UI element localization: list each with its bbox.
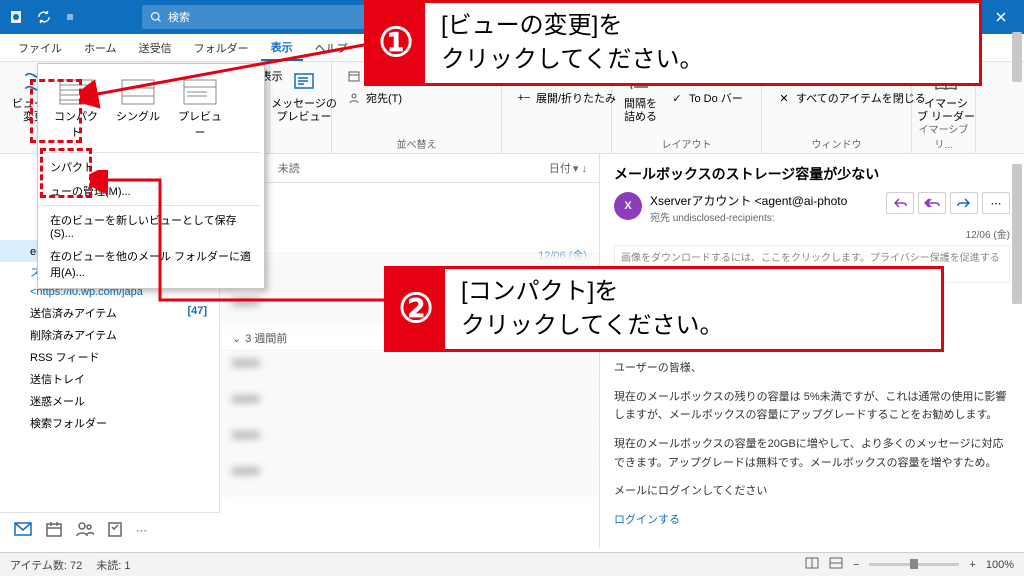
message-row[interactable]: 12/06 (金) (220, 241, 599, 254)
expand-collapse[interactable]: +−展開/折りたたみ (512, 88, 620, 108)
close-button[interactable] (978, 0, 1024, 34)
reading-date: 12/06 (金) (614, 226, 1010, 241)
nav-junk[interactable]: 迷惑メール (0, 390, 219, 412)
sort-from[interactable]: 宛先(T) (342, 88, 407, 108)
window-group-label: ウィンドウ (762, 136, 911, 151)
callout-1: ① [ビューの変更]を クリックしてください。 (364, 0, 982, 86)
blurred-row: xxxxx (220, 351, 599, 387)
view-reading-icon[interactable] (829, 557, 843, 572)
search-placeholder: 検索 (168, 9, 190, 25)
sender-avatar: X (614, 192, 642, 220)
more-button[interactable]: ⋯ (982, 192, 1010, 214)
zoom-slider[interactable] (869, 563, 959, 566)
close-all-items[interactable]: ✕すべてのアイテムを閉じる (772, 88, 930, 108)
reading-scrollbar[interactable] (1012, 164, 1022, 304)
single-view-option[interactable]: シングル (110, 74, 166, 144)
tab-home[interactable]: ホーム (74, 36, 127, 60)
compact-view-option[interactable]: コンパクト (48, 74, 104, 144)
callout-1-num: ① (367, 3, 425, 83)
tab-folder[interactable]: フォルダー (184, 36, 259, 60)
reply-all-button[interactable] (918, 192, 946, 214)
layout-group-label: レイアウト (612, 136, 761, 151)
reading-to: 宛先 undisclosed-recipients: (650, 209, 878, 224)
callout-2: ② [コンパクト]を クリックしてください。 (384, 266, 944, 352)
blurred-row: xxxxx (220, 459, 599, 495)
zoom-out-icon[interactable]: − (853, 559, 859, 571)
people-icon[interactable] (76, 521, 94, 540)
view-normal-icon[interactable] (805, 557, 819, 572)
zoom-level: 100% (986, 559, 1014, 571)
nav-outbox[interactable]: 送信トレイ (0, 368, 219, 390)
nav-sent[interactable]: 送信済みアイテム[47] (0, 302, 219, 324)
message-preview-button[interactable]: メッセージの プレビュー (280, 66, 328, 126)
todo-bar[interactable]: ✓To Do バー (665, 88, 770, 108)
status-unread: 未読: 1 (96, 557, 130, 573)
blurred-row: xxxxx (220, 423, 599, 459)
outlook-icon (6, 5, 30, 29)
sync-icon[interactable] (32, 5, 56, 29)
login-link[interactable]: ログインする (614, 514, 680, 526)
forward-button[interactable] (950, 192, 978, 214)
manage-views[interactable]: ューの管理(M)... (42, 179, 260, 203)
callout-2-text: [コンパクト]を クリックしてください。 (445, 269, 740, 348)
immersive-group-label: イマーシブ リ... (912, 121, 975, 151)
save-current-view[interactable]: 在のビューを新しいビューとして保存(S)... (42, 208, 260, 244)
nav-deleted[interactable]: 削除済みアイテム (0, 324, 219, 346)
nav-search[interactable]: 検索フォルダー (0, 412, 219, 434)
preview-view-option[interactable]: プレビュー (172, 74, 228, 144)
mail-icon[interactable] (14, 522, 32, 539)
tasks-icon[interactable] (108, 521, 122, 540)
reading-from: Xserverアカウント <agent@ai-photo (650, 192, 878, 209)
search-icon (150, 11, 162, 23)
dropdown-icon[interactable] (58, 5, 82, 29)
sort-group-label: 並べ替え (332, 136, 501, 151)
tab-file[interactable]: ファイル (8, 36, 72, 60)
status-bar: アイテム数: 72 未読: 1 − + 100% (0, 552, 1024, 576)
nav-rss[interactable]: RSS フィード (0, 346, 219, 368)
calendar-icon[interactable] (46, 521, 62, 540)
apply-current-view[interactable]: 在のビューを他のメール フォルダーに適用(A)... (42, 244, 260, 284)
reply-button[interactable] (886, 192, 914, 214)
reading-subject: メールボックスのストレージ容量が少ない (614, 164, 1010, 184)
change-view-dropdown: コンパクト シングル プレビュー ンパクト ューの管理(M)... 在のビューを… (37, 63, 265, 289)
callout-2-num: ② (387, 269, 445, 349)
more-nav-icon[interactable]: ⋯ (136, 524, 147, 537)
zoom-in-icon[interactable]: + (969, 559, 975, 571)
tab-help[interactable]: ヘルプ (305, 36, 358, 60)
status-items: アイテム数: 72 (10, 557, 82, 573)
list-unread[interactable]: 未読 (278, 160, 300, 176)
callout-1-text: [ビューの変更]を クリックしてください。 (425, 3, 720, 82)
switcher-bar: ⋯ (0, 512, 220, 548)
tab-view[interactable]: 表示 (261, 35, 303, 61)
blurred-row: xxxxx (220, 387, 599, 423)
tab-send-receive[interactable]: 送受信 (129, 36, 182, 60)
compact-mini[interactable]: ンパクト (42, 155, 260, 179)
list-sort[interactable]: 日付 ▾ ↓ (549, 160, 587, 176)
